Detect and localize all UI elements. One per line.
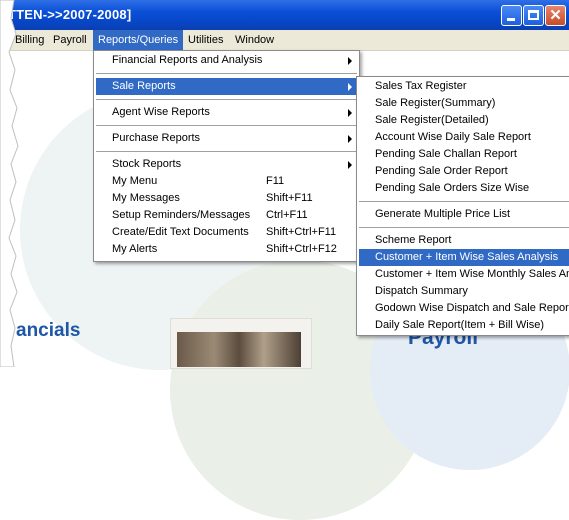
close-button[interactable]: ✕	[545, 5, 566, 26]
submenu-arrow-icon	[348, 83, 352, 91]
window-title: TTEN->>2007-2008]	[8, 7, 132, 22]
menu-item-stock-reports[interactable]: Stock Reports	[96, 156, 357, 173]
maximize-icon	[528, 10, 539, 20]
menu-item-pending-sale-orders-size[interactable]: Pending Sale Orders Size Wise	[359, 180, 569, 197]
menu-item-customer-item-wise-sales-analysis[interactable]: Customer + Item Wise Sales Analysis	[359, 249, 569, 266]
menu-item-dispatch-summary[interactable]: Dispatch Summary	[359, 283, 569, 300]
menu-separator	[96, 99, 357, 100]
menu-bar: Billing Payroll Reports/Queries Utilitie…	[0, 30, 569, 51]
close-icon: ✕	[549, 7, 562, 24]
menu-item-purchase-reports[interactable]: Purchase Reports	[96, 130, 357, 147]
maximize-button[interactable]	[523, 5, 544, 26]
menu-item-scheme-report[interactable]: Scheme Report	[359, 232, 569, 249]
menu-separator	[96, 73, 357, 74]
menu-item-pending-sale-challan[interactable]: Pending Sale Challan Report	[359, 146, 569, 163]
menu-item-create-edit-text-documents[interactable]: Create/Edit Text Documents Shift+Ctrl+F1…	[96, 224, 357, 241]
menu-window[interactable]: Window	[230, 30, 279, 50]
menu-separator	[96, 151, 357, 152]
menu-item-pending-sale-order[interactable]: Pending Sale Order Report	[359, 163, 569, 180]
menu-item-customer-item-wise-monthly[interactable]: Customer + Item Wise Monthly Sales Ana	[359, 266, 569, 283]
menu-item-sale-register-detailed[interactable]: Sale Register(Detailed)	[359, 112, 569, 129]
menu-payroll[interactable]: Payroll	[48, 30, 92, 50]
submenu-arrow-icon	[348, 57, 352, 65]
menu-item-godown-wise-dispatch[interactable]: Godown Wise Dispatch and Sale Report	[359, 300, 569, 317]
torn-edge	[0, 0, 19, 367]
menu-item-generate-multiple-price-list[interactable]: Generate Multiple Price List	[359, 206, 569, 223]
menu-item-my-menu[interactable]: My Menu F11	[96, 173, 357, 190]
shortcut-text: Ctrl+F11	[266, 209, 308, 221]
menu-item-sale-reports[interactable]: Sale Reports	[96, 78, 357, 95]
menu-item-my-messages[interactable]: My Messages Shift+F11	[96, 190, 357, 207]
menu-item-agent-wise-reports[interactable]: Agent Wise Reports	[96, 104, 357, 121]
menu-item-setup-reminders[interactable]: Setup Reminders/Messages Ctrl+F11	[96, 207, 357, 224]
title-bar: TTEN->>2007-2008] ✕	[0, 0, 569, 30]
menu-separator	[359, 227, 569, 228]
submenu-arrow-icon	[348, 161, 352, 169]
reports-queries-menu: Financial Reports and Analysis Sale Repo…	[93, 50, 360, 262]
shortcut-text: F11	[266, 175, 285, 187]
shortcut-text: Shift+Ctrl+F11	[266, 226, 337, 238]
menu-item-account-wise-daily-sale[interactable]: Account Wise Daily Sale Report	[359, 129, 569, 146]
submenu-arrow-icon	[348, 135, 352, 143]
menu-item-financial-reports[interactable]: Financial Reports and Analysis	[96, 52, 357, 69]
submenu-arrow-icon	[348, 109, 352, 117]
menu-separator	[96, 125, 357, 126]
minimize-button[interactable]	[501, 5, 522, 26]
minimize-icon	[507, 18, 515, 21]
menu-item-sale-register-summary[interactable]: Sale Register(Summary)	[359, 95, 569, 112]
office-photo	[177, 332, 301, 367]
menu-reports-queries[interactable]: Reports/Queries	[93, 30, 184, 50]
menu-item-my-alerts[interactable]: My Alerts Shift+Ctrl+F12	[96, 241, 357, 258]
menu-separator	[359, 201, 569, 202]
sale-reports-submenu: Sales Tax Register Sale Register(Summary…	[356, 76, 569, 336]
menu-utilities[interactable]: Utilities	[183, 30, 228, 50]
shortcut-text: Shift+F11	[266, 192, 313, 204]
menu-item-daily-sale-report[interactable]: Daily Sale Report(Item + Bill Wise)	[359, 317, 569, 334]
shortcut-text: Shift+Ctrl+F12	[266, 243, 337, 255]
menu-item-sales-tax-register[interactable]: Sales Tax Register	[359, 78, 569, 95]
